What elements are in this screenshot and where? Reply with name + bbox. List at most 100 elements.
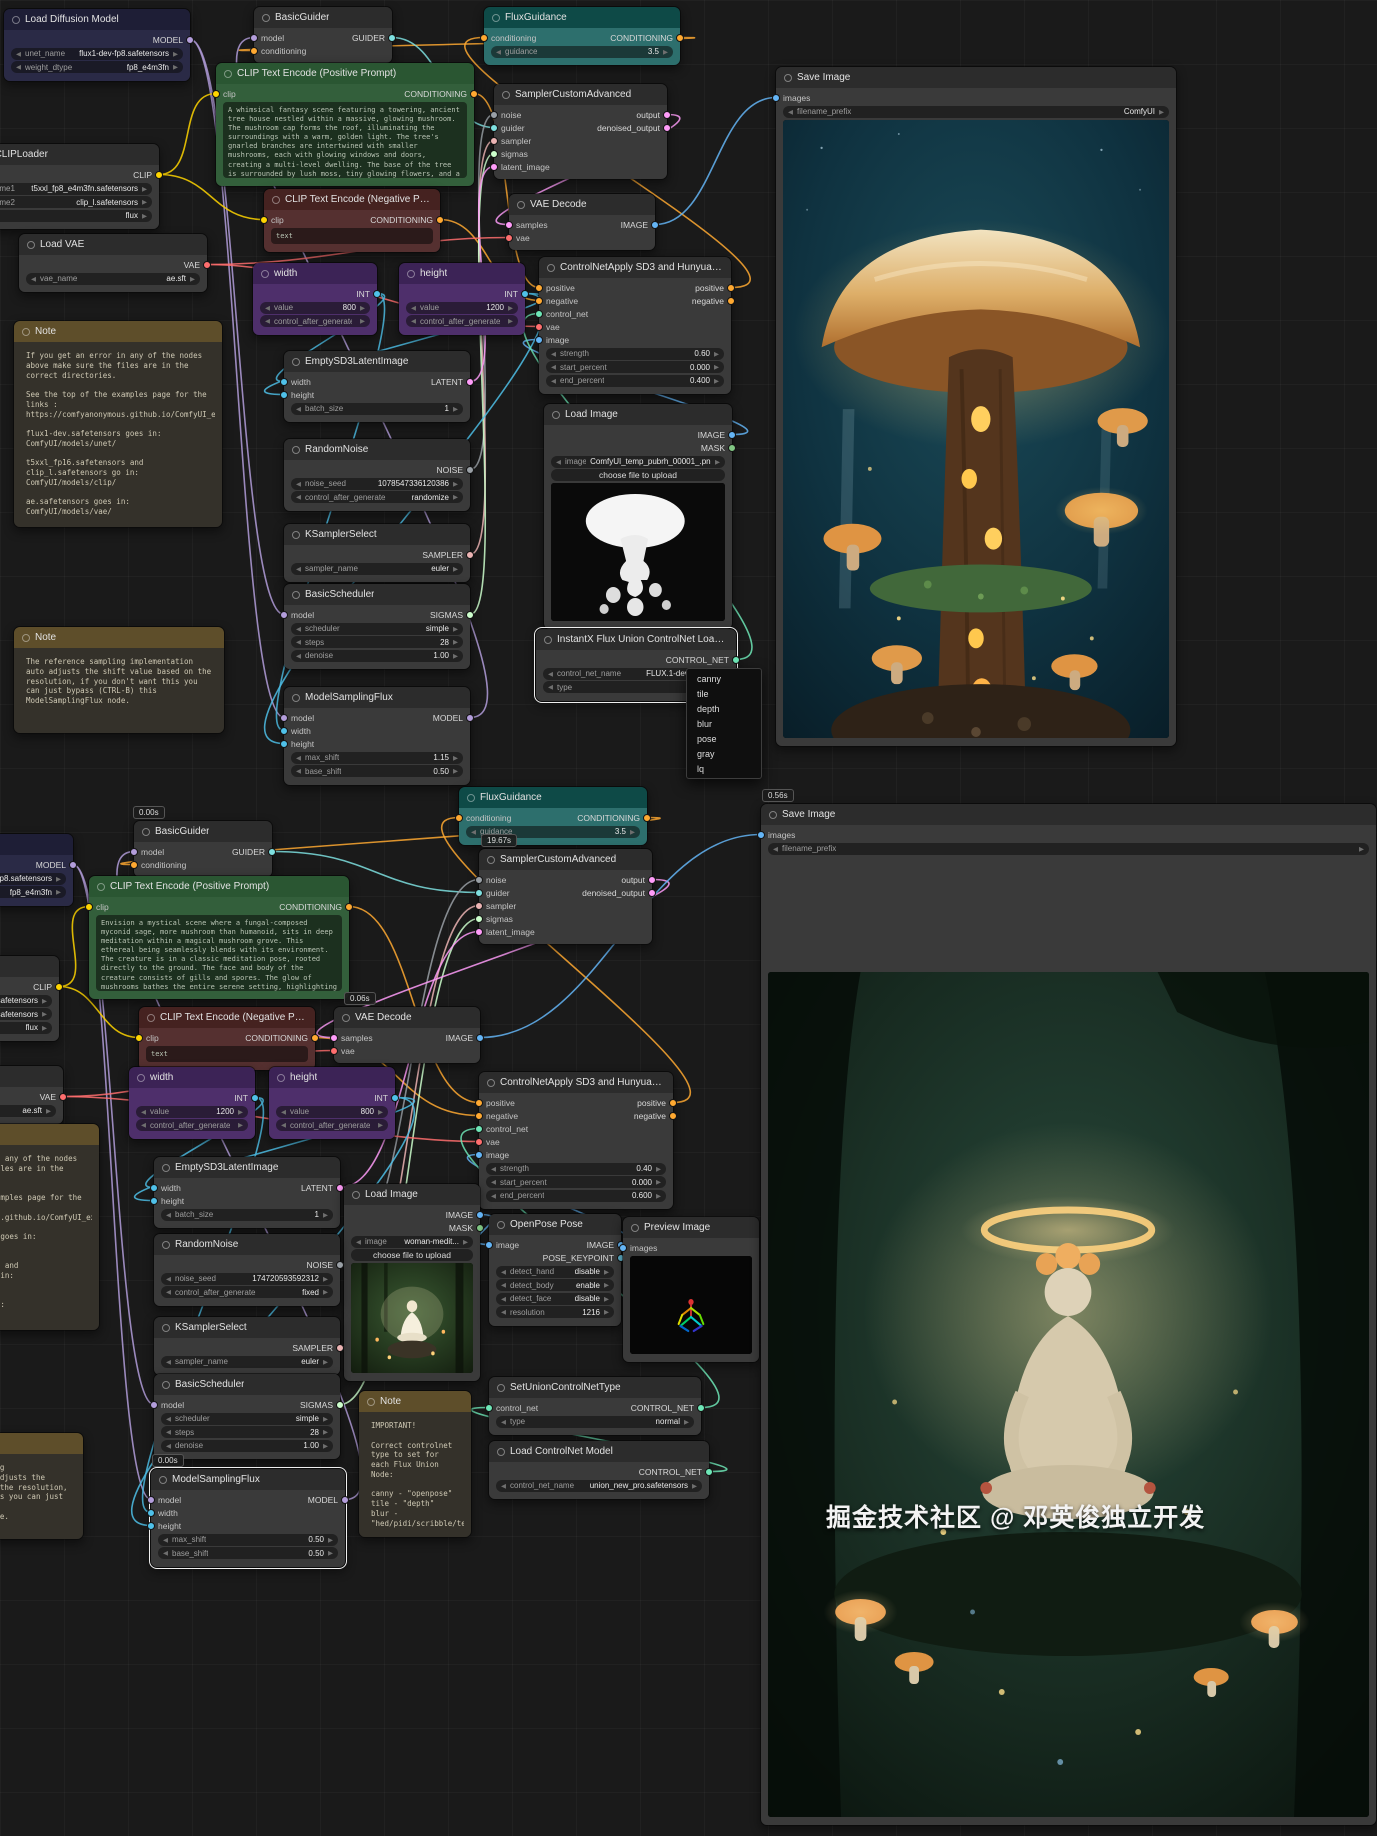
INT-output-port[interactable]	[391, 1094, 399, 1102]
decrement-icon[interactable]: ◀	[163, 1536, 168, 1544]
vae-decode-1[interactable]: VAE DecodesamplesIMAGEvae	[508, 193, 656, 251]
node-header[interactable]: RandomNoise	[284, 439, 470, 460]
image-input-port[interactable]	[475, 1151, 483, 1159]
clip_name1-widget[interactable]: ◀clip_name1t5xxl_fp8_e4m3fn.safetensors▶	[0, 995, 52, 1007]
positive-input-port[interactable]	[535, 284, 543, 292]
guidance-widget[interactable]: ◀guidance3.5▶	[491, 46, 673, 58]
increment-icon[interactable]: ▶	[656, 1192, 661, 1200]
prompt-textarea[interactable]: A whimsical fantasy scene featuring a to…	[223, 102, 467, 178]
node-header[interactable]: ControlNetApply SD3 and HunyuanDiT	[479, 1072, 673, 1093]
decrement-icon[interactable]: ◀	[16, 50, 21, 58]
denoise-widget[interactable]: ◀denoise1.00▶	[161, 1440, 333, 1452]
decrement-icon[interactable]: ◀	[265, 317, 270, 325]
increment-icon[interactable]: ▶	[323, 1288, 328, 1296]
clip_name2-widget[interactable]: ◀clip_name2clip_l.safetensors▶	[0, 1008, 52, 1020]
increment-icon[interactable]: ▶	[42, 997, 47, 1005]
sampler_name-widget[interactable]: ◀sampler_nameeuler▶	[161, 1356, 333, 1368]
menu-item-depth[interactable]: depth	[689, 701, 759, 716]
decrement-icon[interactable]: ◀	[501, 1482, 506, 1490]
increment-icon[interactable]: ▶	[1159, 108, 1164, 116]
IMAGE-output-port[interactable]	[728, 431, 736, 439]
node-header[interactable]: Load Image	[344, 1184, 480, 1205]
positive-output-port[interactable]	[669, 1099, 677, 1107]
note-1[interactable]: NoteIf you get an error in any of the no…	[13, 320, 223, 528]
denoised_output-output-port[interactable]	[663, 124, 671, 132]
prompt-textarea[interactable]: text	[146, 1046, 308, 1062]
note-2[interactable]: NoteThe reference sampling implementatio…	[13, 626, 225, 734]
unet_name-widget[interactable]: ◀unet_nameflux1-dev-fp8.safetensors▶	[0, 873, 66, 885]
collapse-icon[interactable]	[292, 591, 300, 599]
increment-icon[interactable]: ▶	[173, 63, 178, 71]
increment-icon[interactable]: ▶	[453, 493, 458, 501]
NOISE-output-port[interactable]	[466, 466, 474, 474]
filename_prefix-widget[interactable]: ◀filename_prefixComfyUI▶	[783, 106, 1169, 118]
height-input-port[interactable]	[280, 740, 288, 748]
decrement-icon[interactable]: ◀	[501, 1308, 506, 1316]
MASK-output-port[interactable]	[476, 1224, 484, 1232]
upload-button[interactable]: choose file to upload	[351, 1249, 473, 1261]
value-widget[interactable]: ◀value800▶	[276, 1106, 388, 1118]
note-4[interactable]: NoteIMPORTANT! Correct controlnet type t…	[358, 1390, 472, 1538]
INT-output-port[interactable]	[521, 290, 529, 298]
node-header[interactable]: Load VAE	[19, 234, 207, 255]
node-header[interactable]: ControlNetApply SD3 and HunyuanDiT	[539, 257, 731, 278]
menu-item-blur[interactable]: blur	[689, 716, 759, 731]
note-text[interactable]: The reference sampling implementation au…	[0, 1459, 76, 1531]
vae-input-port[interactable]	[505, 234, 513, 242]
decrement-icon[interactable]: ◀	[551, 377, 556, 385]
node-header[interactable]: InstantX Flux Union ControlNet Loader	[536, 629, 736, 650]
basic-scheduler-2[interactable]: BasicSchedulermodelSIGMAS◀schedulersimpl…	[153, 1373, 341, 1460]
MODEL-output-port[interactable]	[466, 714, 474, 722]
control_after_generate-widget[interactable]: ◀control_after_generate▶	[260, 315, 370, 327]
increment-icon[interactable]: ▶	[56, 888, 61, 896]
width-input-port[interactable]	[280, 378, 288, 386]
node-header[interactable]: Load ControlNet Model	[489, 1441, 709, 1462]
node-header[interactable]: KSamplerSelect	[154, 1317, 340, 1338]
node-graph-canvas[interactable]: Load Diffusion ModelMODEL◀unet_nameflux1…	[0, 0, 1377, 1836]
increment-icon[interactable]: ▶	[715, 458, 720, 466]
decrement-icon[interactable]: ◀	[265, 304, 270, 312]
decrement-icon[interactable]: ◀	[296, 565, 301, 573]
decrement-icon[interactable]: ◀	[296, 638, 301, 646]
positive-output-port[interactable]	[727, 284, 735, 292]
menu-item-gray[interactable]: gray	[689, 746, 759, 761]
menu-item-canny[interactable]: canny	[689, 671, 759, 686]
increment-icon[interactable]: ▶	[323, 1275, 328, 1283]
collapse-icon[interactable]	[12, 16, 20, 24]
node-header[interactable]: Note	[14, 321, 222, 342]
GUIDER-output-port[interactable]	[388, 34, 396, 42]
vae-decode-2[interactable]: VAE DecodesamplesIMAGEvae	[333, 1006, 481, 1064]
node-header[interactable]: BasicScheduler	[154, 1374, 340, 1395]
increment-icon[interactable]: ▶	[453, 565, 458, 573]
MODEL-output-port[interactable]	[186, 36, 194, 44]
increment-icon[interactable]: ▶	[56, 875, 61, 883]
model-sampling-flux-2[interactable]: ModelSamplingFluxmodelMODELwidthheight◀m…	[150, 1468, 346, 1568]
control_after_generate-widget[interactable]: ◀control_after_generate▶	[406, 315, 518, 327]
node-header[interactable]: Save Image	[761, 804, 1376, 825]
collapse-icon[interactable]	[142, 828, 150, 836]
image-input-port[interactable]	[535, 336, 543, 344]
increment-icon[interactable]: ▶	[1359, 845, 1364, 853]
decrement-icon[interactable]: ◀	[491, 1178, 496, 1186]
increment-icon[interactable]: ▶	[238, 1108, 243, 1116]
IMAGE-output-port[interactable]	[476, 1211, 484, 1219]
increment-icon[interactable]: ▶	[378, 1121, 383, 1129]
increment-icon[interactable]: ▶	[604, 1308, 609, 1316]
CONTROL_NET-output-port[interactable]	[697, 1404, 705, 1412]
control_after_generate-widget[interactable]: ◀control_after_generaterandomize▶	[291, 491, 463, 503]
start_percent-widget[interactable]: ◀start_percent0.000▶	[486, 1176, 666, 1188]
increment-icon[interactable]: ▶	[190, 275, 195, 283]
collapse-icon[interactable]	[502, 91, 510, 99]
samples-input-port[interactable]	[330, 1034, 338, 1042]
node-header[interactable]: CLIP Text Encode (Negative Prompt)	[139, 1007, 315, 1028]
sampler-custom-advanced-1[interactable]: SamplerCustomAdvancednoiseoutputguiderde…	[493, 83, 668, 180]
increment-icon[interactable]: ▶	[463, 1238, 468, 1246]
strength-widget[interactable]: ◀strength0.40▶	[486, 1163, 666, 1175]
collapse-icon[interactable]	[292, 531, 300, 539]
node-header[interactable]: FluxGuidance	[459, 787, 647, 808]
node-header[interactable]: CLIP Text Encode (Positive Prompt)	[216, 63, 474, 84]
decrement-icon[interactable]: ◀	[31, 275, 36, 283]
node-header[interactable]: ModelSamplingFlux	[151, 1469, 345, 1490]
increment-icon[interactable]: ▶	[453, 754, 458, 762]
vae_name-widget[interactable]: ◀vae_nameae.sft▶	[0, 1105, 56, 1117]
